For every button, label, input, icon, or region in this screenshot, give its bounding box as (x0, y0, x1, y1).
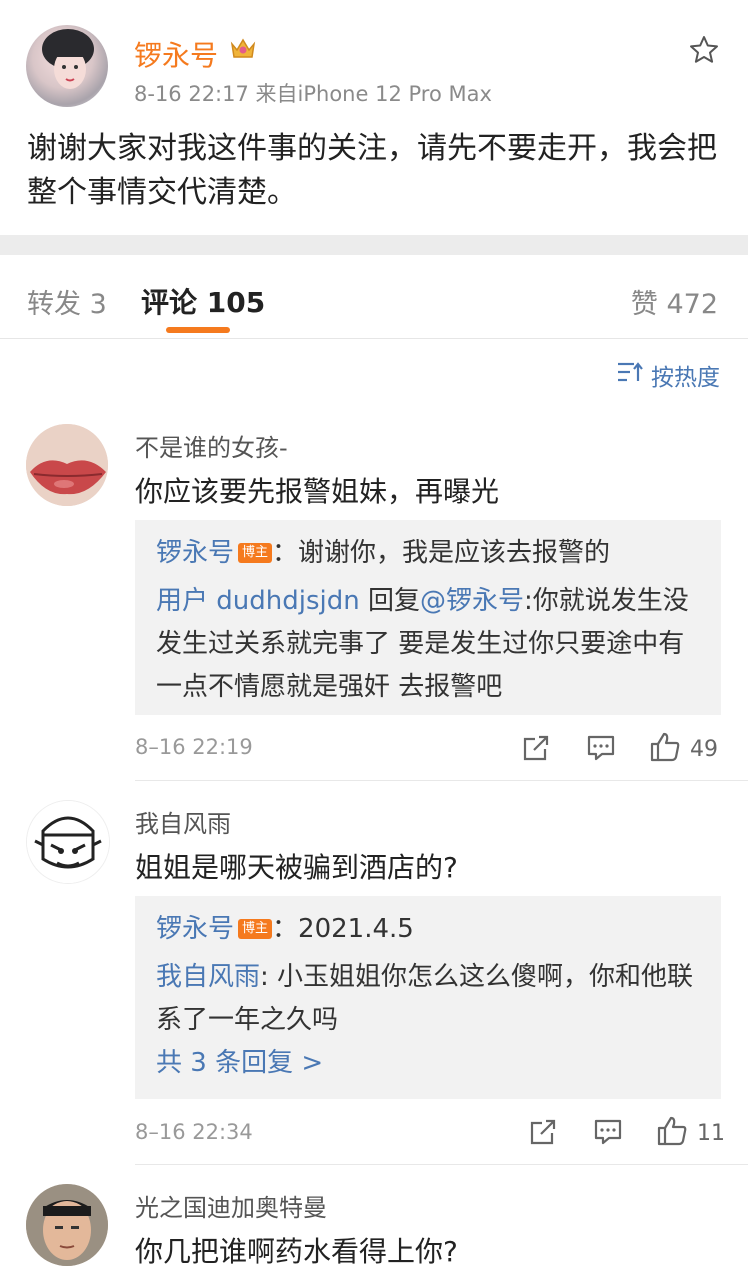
post-meta: 8-16 22:17 来自iPhone 12 Pro Max (134, 82, 492, 106)
reply-author[interactable]: 用户 dudhdjsjdn (156, 586, 360, 616)
author-badge: 博主 (238, 919, 273, 939)
share-icon[interactable] (528, 1117, 558, 1147)
crown-icon (229, 36, 257, 68)
reply-keyword: 回复 (367, 586, 420, 616)
like-button[interactable]: 49 (650, 731, 718, 767)
comment-text: 你几把谁啊药水看得上你? (135, 1235, 458, 1268)
tab-comments[interactable]: 评论 105 (141, 281, 265, 321)
like-button[interactable]: 11 (657, 1115, 725, 1151)
reply-box[interactable]: 锣永号 博主 ：2021.4.5 我自风雨: 小玉姐姐你怎么这么傻啊，你和他联系了一… (135, 896, 721, 1099)
like-count: 49 (690, 736, 718, 762)
reply-item: 用户 dudhdjsjdn 回复@锣永号:你就说发生没发生过关系就完事了 要是发… (156, 580, 706, 709)
tab-likes[interactable]: 赞 472 (631, 282, 718, 321)
reply-separator: : (260, 962, 278, 992)
comment-text: 姐姐是哪天被骗到酒店的? (135, 851, 458, 884)
comment-icon[interactable] (593, 1117, 623, 1147)
comment-time: 8–16 22:19 (135, 735, 253, 759)
commenter-name[interactable]: 我自风雨 (135, 804, 231, 839)
sort-icon (617, 361, 643, 389)
thumbs-up-icon (657, 1115, 687, 1151)
reply-item: 锣永号 博主 ：2021.4.5 (156, 908, 706, 951)
reply-item: 锣永号 博主 ：谢谢你，我是应该去报警的 (156, 532, 706, 575)
more-replies-link[interactable]: 共 3 条回复 > (156, 1042, 706, 1085)
like-count: 11 (697, 1120, 725, 1146)
commenter-avatar[interactable] (26, 424, 108, 506)
post-author-avatar[interactable] (26, 25, 108, 107)
reply-mention[interactable]: @锣永号 (420, 586, 524, 616)
reply-item: 我自风雨: 小玉姐姐你怎么这么傻啊，你和他联系了一年之久吗 (156, 956, 706, 1042)
commenter-name[interactable]: 光之国迪加奥特曼 (135, 1188, 327, 1223)
share-icon[interactable] (521, 733, 551, 763)
commenter-avatar[interactable] (26, 1184, 108, 1266)
sort-by-hot-button[interactable]: 按热度 (617, 358, 720, 392)
reply-box[interactable]: 锣永号 博主 ：谢谢你，我是应该去报警的 用户 dudhdjsjdn 回复@锣永号:… (135, 520, 721, 715)
comment-time: 8–16 22:34 (135, 1120, 253, 1144)
reply-author[interactable]: 我自风雨 (156, 962, 260, 992)
comment-icon[interactable] (586, 733, 616, 763)
author-badge: 博主 (238, 543, 273, 563)
thumbs-up-icon (650, 731, 680, 767)
favorite-star-icon[interactable] (688, 34, 720, 66)
active-tab-indicator (166, 327, 230, 333)
comment-separator (135, 780, 748, 781)
tab-repost[interactable]: 转发 3 (27, 282, 107, 321)
comment-text: 你应该要先报警姐妹，再曝光 (135, 475, 500, 508)
post-body-text: 谢谢大家对我这件事的关注，请先不要走开，我会把整个事情交代清楚。 (27, 131, 717, 210)
sort-label: 按热度 (651, 365, 720, 391)
tab-separator (0, 338, 748, 339)
reply-separator: ： (272, 914, 299, 944)
reply-author[interactable]: 锣永号 (156, 538, 234, 568)
commenter-avatar[interactable] (26, 800, 110, 884)
reply-separator: ： (272, 538, 299, 568)
reply-text: 谢谢你，我是应该去报警的 (298, 538, 611, 568)
comment-separator (135, 1164, 748, 1165)
section-divider (0, 235, 748, 255)
post-author-name[interactable]: 锣永号 (134, 34, 218, 74)
reply-author[interactable]: 锣永号 (156, 914, 234, 944)
reply-text: 2021.4.5 (298, 914, 414, 944)
commenter-name[interactable]: 不是谁的女孩- (135, 428, 288, 463)
